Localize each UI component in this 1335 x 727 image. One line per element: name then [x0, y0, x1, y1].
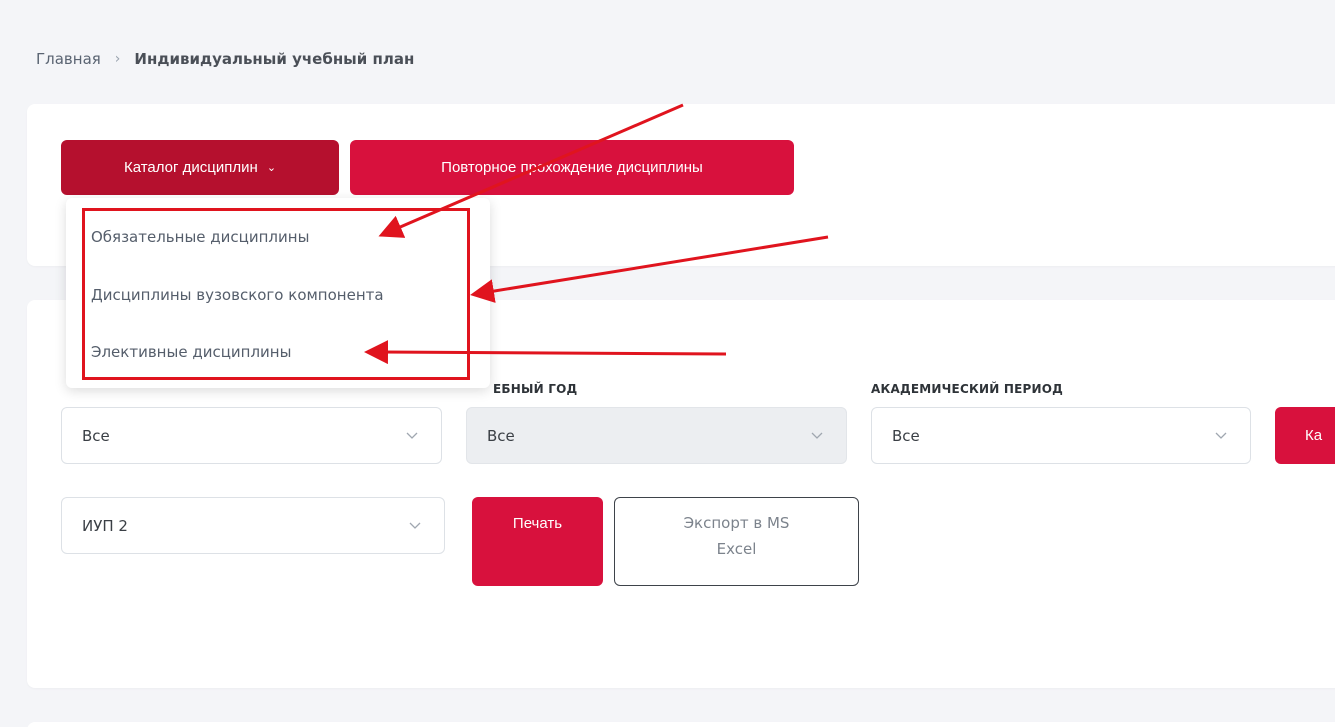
annotation-highlight-box	[82, 208, 470, 380]
export-label-line-2: Excel	[716, 540, 757, 558]
academic-year-select[interactable]: Все	[466, 407, 847, 464]
select-value: Все	[82, 426, 110, 445]
chevron-down-icon	[406, 432, 418, 439]
retake-discipline-button[interactable]: Повторное прохождение дисциплины	[350, 140, 794, 195]
export-label-line-1: Экспорт в MS	[683, 514, 790, 532]
catalog-dropdown-button[interactable]: Каталог дисциплин ⌄	[61, 140, 339, 195]
catalog-button-label: Каталог дисциплин	[123, 159, 258, 176]
chevron-down-icon: ⌄	[266, 162, 277, 174]
chevron-right-icon: ›	[114, 51, 121, 67]
breadcrumb-home-link[interactable]: Главная	[36, 50, 101, 68]
content-card	[27, 722, 1335, 727]
select-value: Все	[892, 426, 920, 445]
select-value: Все	[487, 426, 515, 445]
retake-button-label: Повторное прохождение дисциплины	[441, 159, 703, 176]
select-value: ИУП 2	[82, 516, 128, 535]
chevron-down-icon	[811, 432, 823, 439]
chevron-down-icon	[409, 522, 421, 529]
iup-select[interactable]: ИУП 2	[61, 497, 445, 554]
academic-period-label: АКАДЕМИЧЕСКИЙ ПЕРИОД	[871, 382, 1063, 396]
academic-period-select[interactable]: Все	[871, 407, 1251, 464]
export-excel-button[interactable]: Экспорт в MS Excel	[614, 497, 859, 586]
breadcrumb-current: Индивидуальный учебный план	[134, 50, 415, 68]
print-button[interactable]: Печать	[472, 497, 603, 586]
breadcrumb: Главная › Индивидуальный учебный план	[36, 50, 414, 68]
print-button-label: Печать	[512, 515, 563, 532]
catalog-button-label: Ка	[1305, 427, 1323, 444]
filter-select-1[interactable]: Все	[61, 407, 442, 464]
chevron-down-icon	[1215, 432, 1227, 439]
catalog-button[interactable]: Ка	[1275, 407, 1335, 464]
academic-year-label: ЕБНЫЙ ГОД	[493, 382, 578, 396]
